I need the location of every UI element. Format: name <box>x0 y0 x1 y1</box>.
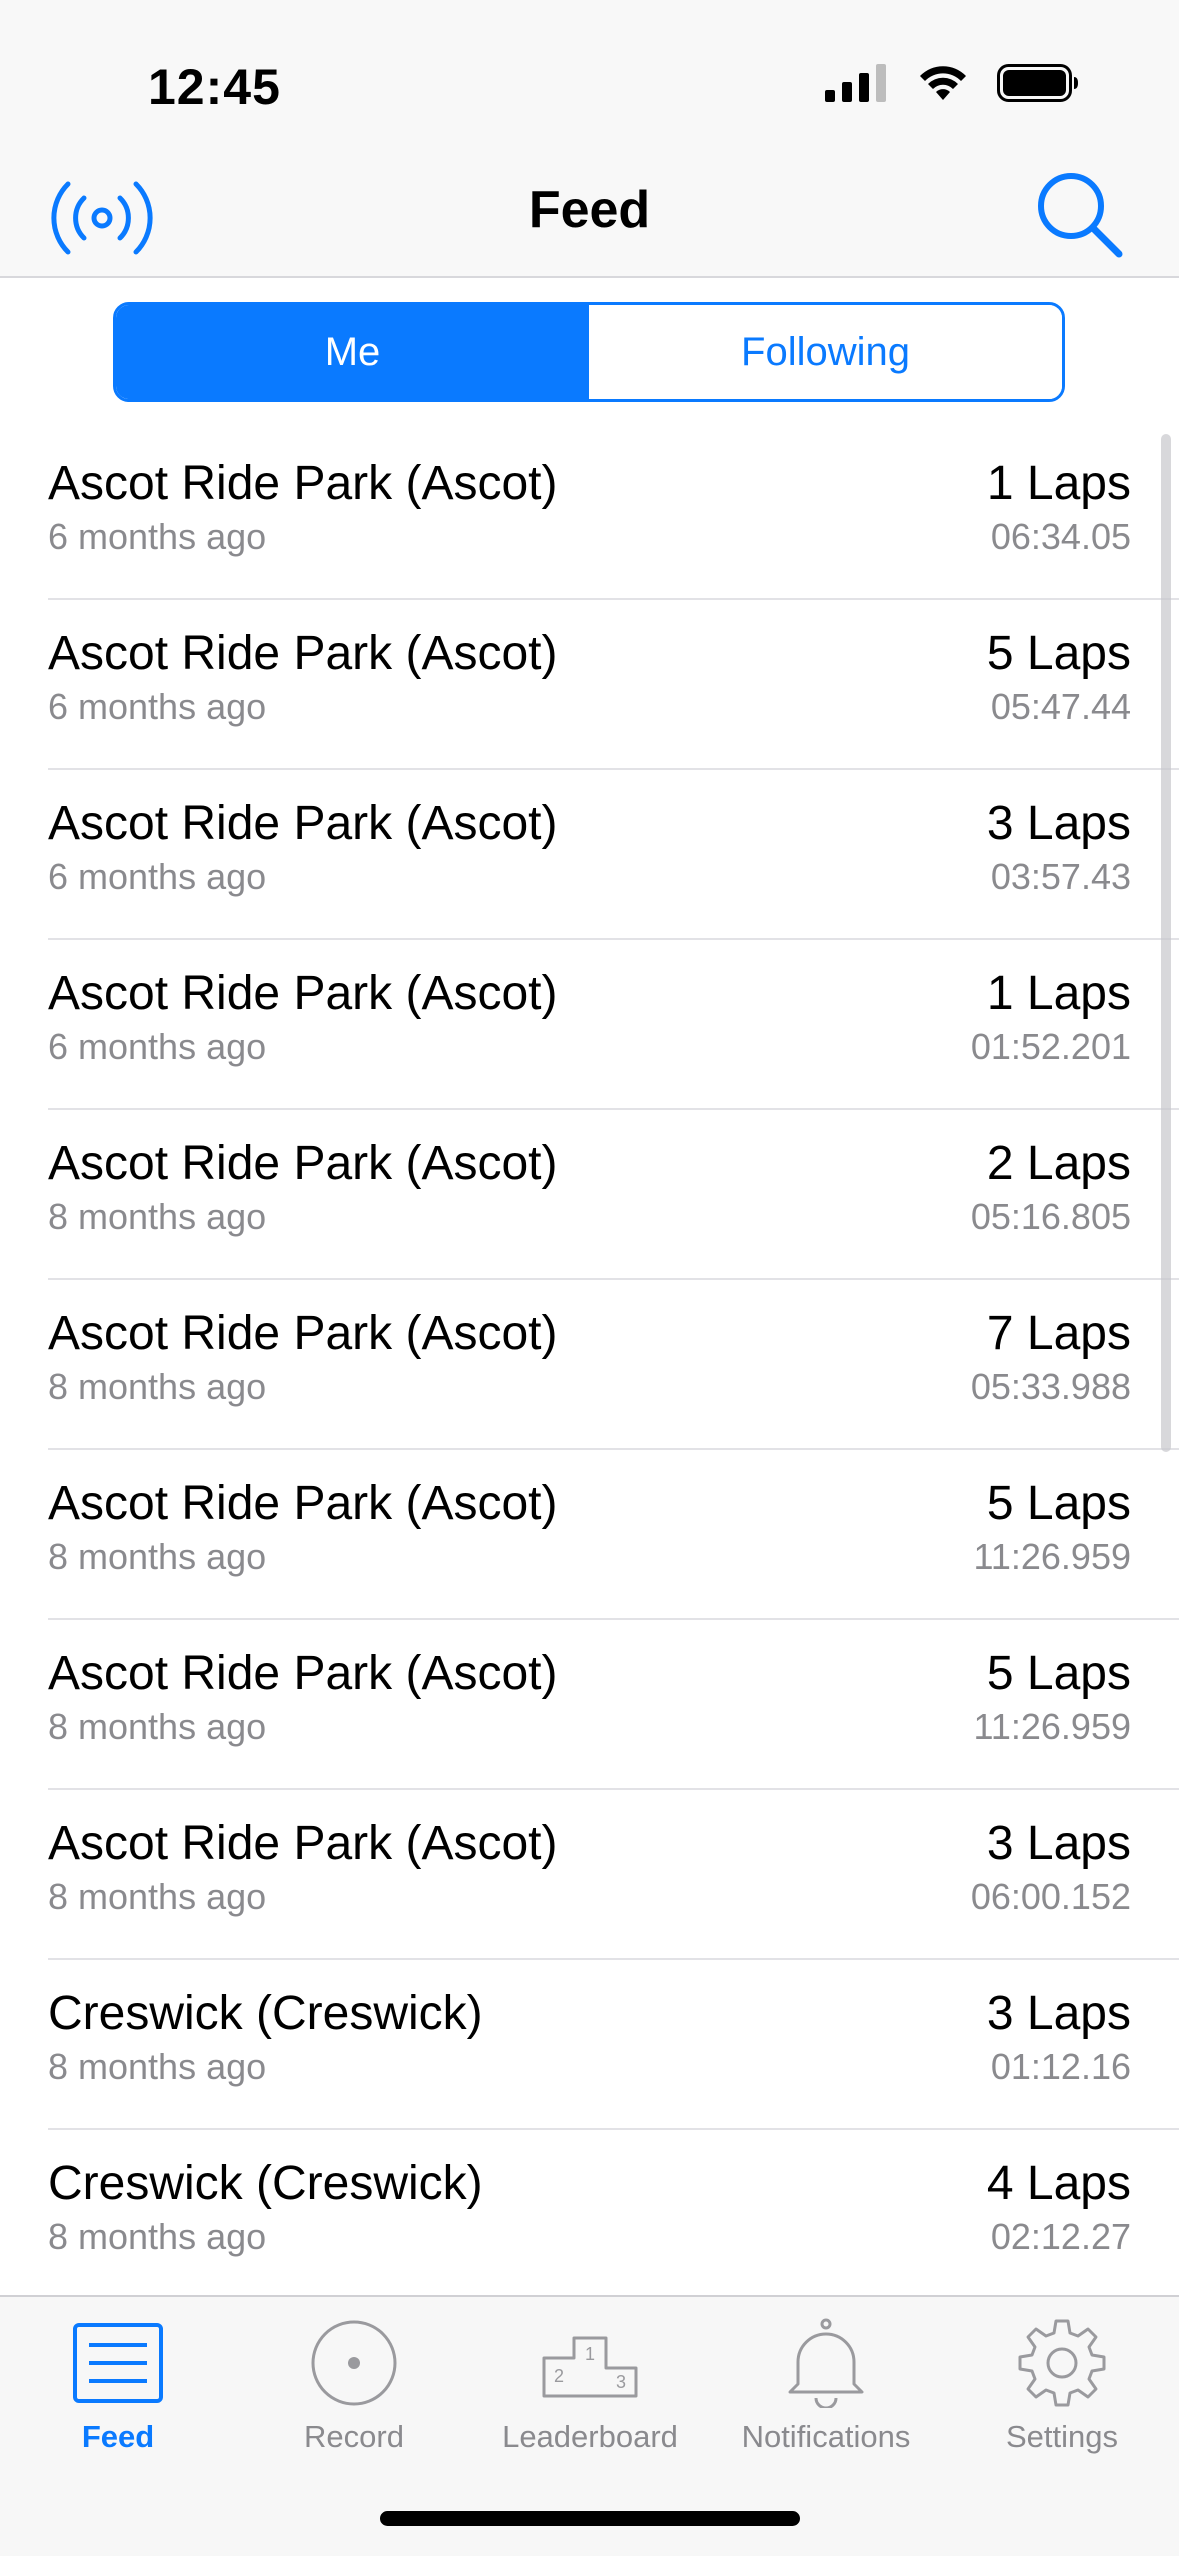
nav-bar: Feed <box>0 150 1179 278</box>
lap-time: 03:57.43 <box>990 856 1131 897</box>
tab-label: Notifications <box>741 2419 911 2454</box>
lap-time: 02:12.27 <box>990 2216 1131 2257</box>
scrollbar[interactable] <box>1161 434 1171 1452</box>
cellular-signal-icon <box>825 64 886 102</box>
time-ago: 8 months ago <box>48 1876 267 1917</box>
tab-record[interactable]: Record <box>236 2313 472 2463</box>
time-ago: 8 months ago <box>48 1706 267 1747</box>
list-item[interactable]: Ascot Ride Park (Ascot) 8 months ago 7 L… <box>0 1280 1179 1450</box>
battery-icon <box>997 64 1078 102</box>
lap-count: 3 Laps <box>986 1817 1131 1870</box>
track-name: Creswick (Creswick) <box>48 1987 483 2040</box>
record-icon <box>311 2320 397 2406</box>
lap-time: 01:12.16 <box>990 2046 1131 2087</box>
track-name: Ascot Ride Park (Ascot) <box>48 1137 558 1190</box>
track-name: Ascot Ride Park (Ascot) <box>48 1307 558 1360</box>
segment-following[interactable]: Following <box>589 305 1062 399</box>
track-name: Ascot Ride Park (Ascot) <box>48 457 558 510</box>
list-item[interactable]: Creswick (Creswick) 8 months ago 4 Laps … <box>0 2130 1179 2300</box>
lap-count: 1 Laps <box>986 967 1131 1020</box>
time-ago: 8 months ago <box>48 1536 267 1577</box>
list-item[interactable]: Ascot Ride Park (Ascot) 6 months ago 1 L… <box>0 940 1179 1110</box>
svg-text:3: 3 <box>616 2372 626 2392</box>
feed-list-icon <box>73 2323 163 2403</box>
tab-feed[interactable]: Feed <box>0 2313 236 2463</box>
lap-count: 3 Laps <box>986 797 1131 850</box>
lap-time: 06:00.152 <box>970 1876 1131 1917</box>
lap-time: 05:16.805 <box>970 1196 1131 1237</box>
tab-label: Settings <box>1005 2419 1118 2454</box>
status-bar: 12:45 <box>0 0 1179 150</box>
track-name: Ascot Ride Park (Ascot) <box>48 1647 558 1700</box>
lap-time: 11:26.959 <box>973 1536 1131 1577</box>
lap-count: 3 Laps <box>986 1987 1131 2040</box>
tab-label: Record <box>304 2419 404 2454</box>
podium-icon: 1 2 3 <box>542 2336 638 2398</box>
svg-text:1: 1 <box>585 2344 595 2364</box>
track-name: Ascot Ride Park (Ascot) <box>48 1817 558 1870</box>
tab-notifications[interactable]: Notifications <box>708 2313 944 2463</box>
lap-count: 7 Laps <box>986 1307 1131 1360</box>
time-ago: 6 months ago <box>48 686 267 727</box>
list-item[interactable]: Ascot Ride Park (Ascot) 8 months ago 2 L… <box>0 1110 1179 1280</box>
track-name: Ascot Ride Park (Ascot) <box>48 797 558 850</box>
svg-text:2: 2 <box>554 2366 564 2386</box>
time-ago: 6 months ago <box>48 856 267 897</box>
time-ago: 8 months ago <box>48 1196 267 1237</box>
time-ago: 6 months ago <box>48 516 267 557</box>
tab-settings[interactable]: Settings <box>944 2313 1179 2463</box>
list-item[interactable]: Ascot Ride Park (Ascot) 6 months ago 5 L… <box>0 600 1179 770</box>
time-ago: 8 months ago <box>48 2216 267 2257</box>
search-button[interactable] <box>1025 160 1135 270</box>
list-item[interactable]: Ascot Ride Park (Ascot) 8 months ago 5 L… <box>0 1620 1179 1790</box>
list-item[interactable]: Creswick (Creswick) 8 months ago 3 Laps … <box>0 1960 1179 2130</box>
feed-list: Ascot Ride Park (Ascot) 6 months ago 1 L… <box>0 430 1179 2300</box>
segment-me[interactable]: Me <box>116 305 589 399</box>
status-time: 12:45 <box>148 59 281 115</box>
lap-count: 5 Laps <box>986 627 1131 680</box>
time-ago: 8 months ago <box>48 2046 267 2087</box>
lap-count: 1 Laps <box>986 457 1131 510</box>
time-ago: 8 months ago <box>48 1366 267 1407</box>
lap-count: 5 Laps <box>986 1647 1131 1700</box>
list-item[interactable]: Ascot Ride Park (Ascot) 6 months ago 3 L… <box>0 770 1179 940</box>
lap-time: 05:47.44 <box>990 686 1131 727</box>
wifi-icon <box>920 66 966 100</box>
list-item[interactable]: Ascot Ride Park (Ascot) 8 months ago 5 L… <box>0 1450 1179 1620</box>
lap-time: 06:34.05 <box>990 516 1131 557</box>
lap-count: 5 Laps <box>986 1477 1131 1530</box>
lap-time: 11:26.959 <box>973 1706 1131 1747</box>
feed-segment-control: Me Following <box>113 302 1065 402</box>
lap-time: 05:33.988 <box>970 1366 1131 1407</box>
list-item[interactable]: Ascot Ride Park (Ascot) 6 months ago 1 L… <box>0 430 1179 600</box>
lap-count: 4 Laps <box>986 2157 1131 2210</box>
time-ago: 6 months ago <box>48 1026 267 1067</box>
bell-icon <box>788 2318 864 2408</box>
track-name: Ascot Ride Park (Ascot) <box>48 627 558 680</box>
track-name: Ascot Ride Park (Ascot) <box>48 1477 558 1530</box>
status-icons <box>825 64 1079 102</box>
tab-label: Leaderboard <box>502 2419 678 2454</box>
track-name: Creswick (Creswick) <box>48 2157 483 2210</box>
tab-leaderboard[interactable]: 1 2 3 Leaderboard <box>472 2313 708 2463</box>
gear-icon <box>1018 2319 1106 2407</box>
track-name: Ascot Ride Park (Ascot) <box>48 967 558 1020</box>
home-indicator[interactable] <box>380 2511 800 2526</box>
lap-time: 01:52.201 <box>970 1026 1131 1067</box>
search-icon <box>1038 173 1123 258</box>
list-item[interactable]: Ascot Ride Park (Ascot) 8 months ago 3 L… <box>0 1790 1179 1960</box>
lap-count: 2 Laps <box>986 1137 1131 1190</box>
page-title: Feed <box>528 181 651 239</box>
tab-label: Feed <box>81 2419 155 2454</box>
